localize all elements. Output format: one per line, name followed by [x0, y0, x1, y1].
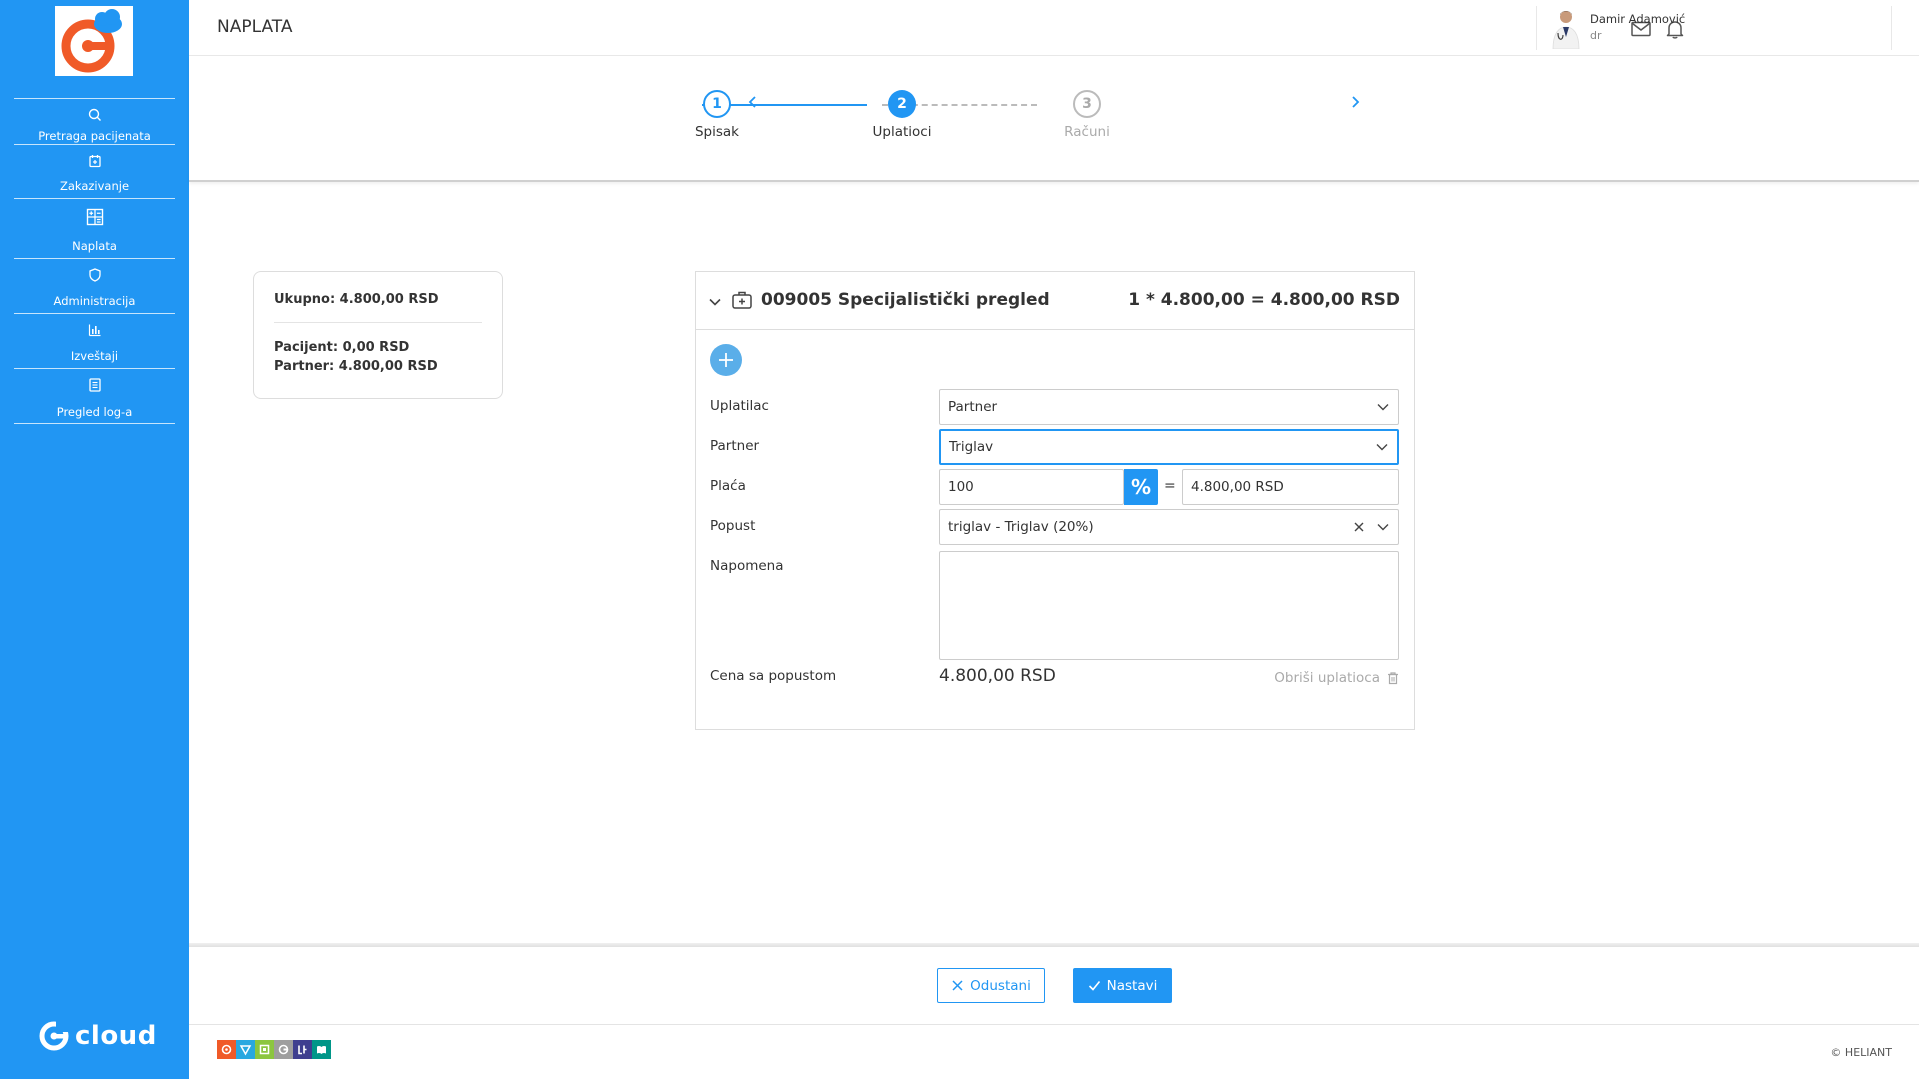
clear-icon[interactable] [1352, 520, 1366, 534]
brand-text: cloud [75, 1021, 157, 1051]
discount-select[interactable]: triglav - Triglav (20%) [939, 509, 1399, 545]
shield-icon [87, 267, 103, 283]
payer-select-value: Partner [948, 399, 998, 415]
equals-sign: = [1164, 478, 1176, 494]
sidebar-item-izvestaji[interactable]: Izveštaji [14, 313, 175, 368]
product-badge-icon [236, 1040, 255, 1059]
sidebar-item-naplata[interactable]: Naplata [14, 198, 175, 258]
continue-button[interactable]: Nastavi [1073, 968, 1172, 1003]
sidebar-item-label: Pregled log-a [56, 405, 133, 419]
check-icon [1088, 980, 1100, 991]
sidebar-item-zakazivanje[interactable]: Zakazivanje [14, 144, 175, 198]
close-icon [952, 980, 963, 991]
sidebar-nav: Pretraga pacijenata Zakazivanje Naplata … [14, 98, 175, 424]
service-title: 009005 Specijalistički pregled [761, 290, 1050, 310]
bar-chart-icon [87, 322, 103, 338]
calendar-icon [87, 153, 103, 169]
partner-select-value: Triglav [949, 439, 994, 455]
product-badge-icon [217, 1040, 236, 1059]
payer-label: Uplatilac [710, 398, 769, 414]
sidebar-item-label: Administracija [53, 294, 136, 308]
step-label: Spisak [694, 124, 739, 140]
cloud-brand-logo: cloud [38, 1020, 157, 1052]
summary-partner: Partner: 4.800,00 RSD [274, 359, 438, 374]
sidebar-item-label: Izveštaji [70, 349, 119, 363]
step-label: Računi [1064, 124, 1110, 140]
sidebar: Pretraga pacijenata Zakazivanje Naplata … [0, 0, 189, 1079]
copyright: © HELIANT [1830, 1046, 1892, 1059]
product-badge-icon [255, 1040, 274, 1059]
sidebar-item-label: Naplata [72, 239, 117, 253]
discounted-price-value: 4.800,00 RSD [939, 666, 1056, 686]
payer-select[interactable]: Partner [939, 389, 1399, 425]
step-number: 2 [888, 90, 916, 118]
step-label: Uplatioci [872, 124, 932, 140]
step-uplatioci[interactable]: 2 Uplatioci [862, 90, 942, 140]
log-icon [87, 377, 103, 393]
step-number: 1 [703, 90, 731, 118]
top-header: NAPLATA Damir Adamović dr [189, 0, 1919, 56]
header-divider [1536, 6, 1537, 50]
footer-divider [189, 943, 1919, 947]
product-badges [217, 1040, 331, 1059]
chevron-down-icon [1376, 520, 1390, 534]
plus-icon [719, 353, 733, 367]
discounted-price-label: Cena sa popustom [710, 668, 837, 684]
step-spisak[interactable]: 1 Spisak [677, 90, 757, 140]
medical-kit-icon [731, 289, 753, 311]
cancel-button-label: Odustani [970, 977, 1031, 994]
header-divider [1891, 6, 1892, 50]
pays-percent-input[interactable]: 100 [939, 469, 1124, 505]
partner-label: Partner [710, 438, 760, 454]
pays-amount-input[interactable]: 4.800,00 RSD [1182, 469, 1399, 505]
continue-button-label: Nastavi [1106, 977, 1158, 994]
sidebar-item-pregled-loga[interactable]: Pregled log-a [14, 368, 175, 424]
service-card-header[interactable]: 009005 Specijalistički pregled 1 * 4.800… [696, 272, 1414, 330]
pays-label: Plaća [710, 478, 746, 494]
chevron-right-icon [1352, 96, 1360, 108]
stepper: 1 Spisak 2 Uplatioci 3 Računi [189, 56, 1919, 182]
sidebar-item-label: Zakazivanje [59, 179, 130, 193]
note-label: Napomena [710, 558, 784, 574]
page-title: NAPLATA [217, 17, 293, 37]
percent-toggle-button[interactable]: % [1124, 469, 1158, 505]
sidebar-item-label: Pretraga pacijenata [38, 129, 151, 143]
step-racuni[interactable]: 3 Računi [1047, 90, 1127, 140]
footer-line [189, 1024, 1919, 1025]
product-badge-icon [293, 1040, 312, 1059]
app-logo[interactable] [55, 6, 133, 76]
delete-payer-button[interactable]: Obriši uplatioca [1274, 670, 1400, 686]
chevron-down-icon [1375, 440, 1389, 454]
summary-patient: Pacijent: 0,00 RSD [274, 340, 410, 355]
summary-total: Ukupno: 4.800,00 RSD [274, 292, 439, 307]
service-payer-card: 009005 Specijalistički pregled 1 * 4.800… [695, 271, 1415, 730]
sidebar-item-pretraga-pacijenata[interactable]: Pretraga pacijenata [14, 98, 175, 144]
user-name[interactable]: Damir Adamović [1590, 12, 1685, 26]
chevron-down-icon [1376, 400, 1390, 414]
stepper-next-button[interactable] [1347, 94, 1363, 110]
payment-summary-card: Ukupno: 4.800,00 RSD Pacijent: 0,00 RSD … [253, 271, 503, 399]
sidebar-item-administracija[interactable]: Administracija [14, 258, 175, 313]
discount-select-value: triglav - Triglav (20%) [948, 519, 1094, 535]
cancel-button[interactable]: Odustani [937, 968, 1045, 1003]
product-badge-icon [274, 1040, 293, 1059]
discount-label: Popust [710, 518, 756, 534]
step-number: 3 [1073, 90, 1101, 118]
user-role: dr [1590, 29, 1602, 42]
service-calculation: 1 * 4.800,00 = 4.800,00 RSD [1128, 290, 1400, 310]
search-icon [87, 107, 103, 123]
partner-select[interactable]: Triglav [939, 429, 1399, 465]
note-textarea[interactable] [939, 551, 1399, 660]
trash-icon [1388, 672, 1398, 685]
avatar[interactable] [1549, 7, 1583, 50]
summary-divider [274, 322, 482, 323]
add-payer-button[interactable] [710, 344, 742, 376]
delete-payer-label: Obriši uplatioca [1274, 670, 1380, 686]
calculator-icon [85, 207, 105, 227]
chevron-down-icon[interactable] [708, 294, 722, 308]
cloud-logo-icon [39, 1020, 70, 1051]
product-badge-icon [312, 1040, 331, 1059]
